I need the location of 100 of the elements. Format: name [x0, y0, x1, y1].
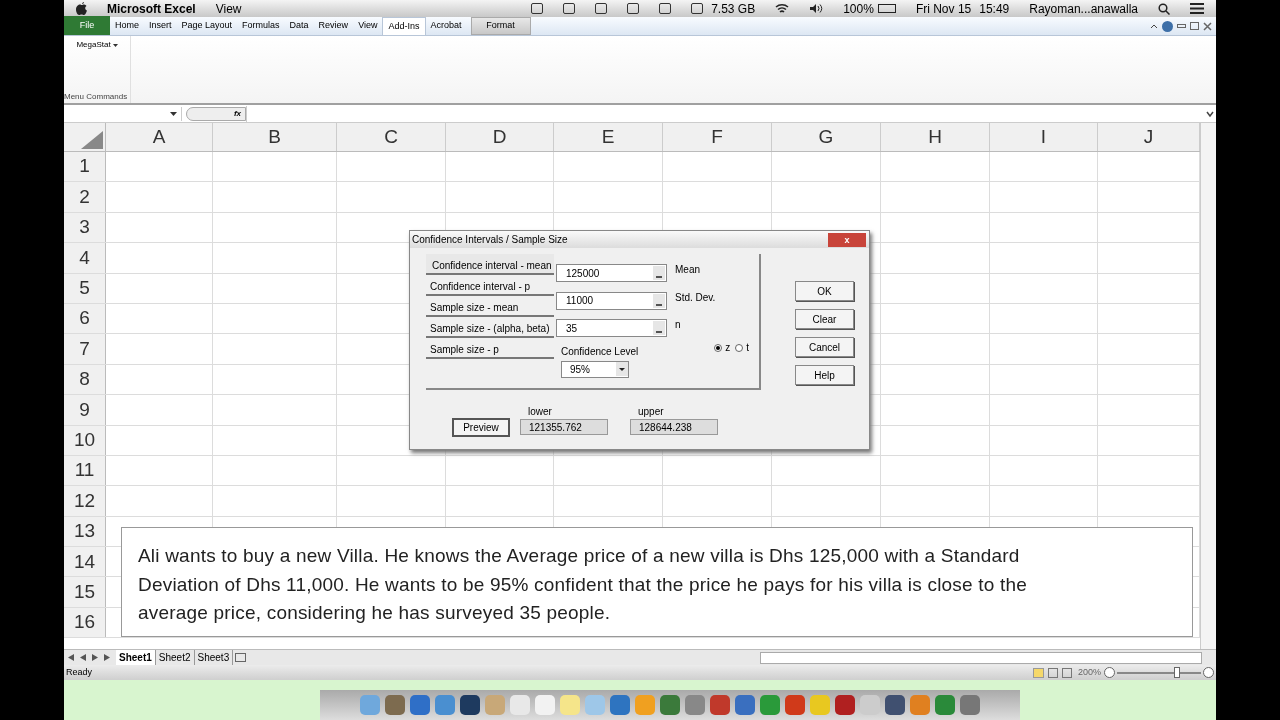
status-icon[interactable] [627, 3, 640, 14]
ribbon-tab[interactable]: Add-Ins [382, 17, 426, 35]
dialog-button[interactable]: OK [795, 281, 854, 301]
picker-button[interactable] [653, 321, 665, 335]
zoom-slider-thumb[interactable] [1174, 666, 1181, 678]
page-break-button[interactable] [1061, 667, 1072, 678]
row-header[interactable]: 9 [64, 395, 106, 425]
status-text[interactable]: 100% [843, 0, 874, 18]
file-tab[interactable]: File [64, 16, 110, 35]
minimize-icon[interactable] [1177, 24, 1186, 28]
dock-app-icon[interactable] [885, 695, 905, 715]
app-name[interactable]: Microsoft Excel [107, 0, 196, 18]
status-icon[interactable] [595, 3, 608, 14]
ribbon-tab[interactable]: View [353, 17, 383, 35]
dock-app-icon[interactable] [660, 695, 680, 715]
column-header[interactable]: C [337, 123, 446, 151]
vertical-scrollbar[interactable] [1200, 123, 1216, 649]
page-layout-button[interactable] [1047, 667, 1058, 678]
wifi-icon[interactable] [775, 3, 790, 14]
row-header[interactable]: 11 [64, 455, 106, 486]
row-header[interactable]: 12 [64, 486, 106, 516]
option-button[interactable]: Sample size - mean [426, 296, 554, 317]
picker-button[interactable] [653, 266, 665, 280]
list-icon[interactable] [1190, 3, 1204, 14]
close-button[interactable]: x [828, 232, 866, 247]
column-header[interactable]: G [772, 123, 881, 151]
sheet-tab[interactable]: Sheet1 [116, 650, 156, 665]
column-header[interactable]: B [213, 123, 337, 151]
row-header[interactable]: 13 [64, 516, 106, 547]
dock-app-icon[interactable] [735, 695, 755, 715]
dock-app-icon[interactable] [385, 695, 405, 715]
status-icon[interactable] [531, 3, 544, 14]
row-header[interactable]: 3 [64, 212, 106, 243]
dock-app-icon[interactable] [785, 695, 805, 715]
column-header[interactable]: I [990, 123, 1098, 151]
dock-app-icon[interactable] [410, 695, 430, 715]
value-field[interactable]: 35 [556, 319, 667, 337]
megastat-menu[interactable]: MegaStat [76, 39, 118, 51]
column-header[interactable]: H [881, 123, 990, 151]
ribbon-tab[interactable]: Acrobat [425, 17, 467, 35]
dock-app-icon[interactable] [460, 695, 480, 715]
dock-app-icon[interactable] [710, 695, 730, 715]
status-text[interactable]: 15:49 [979, 0, 1010, 18]
search-icon[interactable] [1158, 2, 1170, 15]
row-header[interactable]: 4 [64, 243, 106, 273]
horizontal-scrollbar[interactable] [760, 651, 1202, 664]
radio-option[interactable]: t [735, 341, 750, 354]
ribbon-tab[interactable]: Page Layout [176, 17, 238, 35]
dialog-button[interactable]: Help [795, 365, 854, 385]
picker-button[interactable] [653, 293, 665, 308]
preview-button[interactable]: Preview [452, 418, 510, 437]
column-header[interactable]: A [106, 123, 213, 151]
row-header[interactable]: 7 [64, 334, 106, 364]
row-header[interactable]: 8 [64, 364, 106, 395]
row-header[interactable]: 14 [64, 547, 106, 577]
collapse-icon[interactable] [1150, 22, 1158, 30]
function-button[interactable]: fx [186, 106, 246, 121]
dialog-button[interactable]: Clear [795, 309, 854, 329]
close-icon[interactable] [1203, 21, 1212, 31]
row-header[interactable]: 2 [64, 182, 106, 212]
zoom-out-icon[interactable] [1104, 667, 1115, 678]
select-all-corner[interactable] [81, 131, 103, 149]
normal-view-button[interactable] [1032, 667, 1044, 678]
status-text[interactable]: 7.53 GB [711, 0, 756, 18]
menu-item[interactable]: View [215, 0, 242, 18]
ribbon-tab[interactable]: Data [284, 17, 314, 35]
value-field[interactable]: 125000 [556, 264, 667, 282]
status-text[interactable]: Rayoman...anawalla [1029, 0, 1138, 18]
option-button[interactable]: Sample size - (alpha, beta) [426, 317, 554, 338]
ribbon-tab[interactable]: Formulas [237, 17, 285, 35]
ribbon-tab[interactable]: Home [110, 17, 144, 35]
column-header[interactable]: E [554, 123, 663, 151]
confidence-dropdown[interactable]: 95% [561, 360, 629, 378]
option-button[interactable]: Sample size - p [426, 338, 554, 359]
restore-icon[interactable] [1190, 22, 1199, 30]
value-field[interactable]: 11000 [556, 291, 667, 310]
column-header[interactable]: F [663, 123, 772, 151]
volume-icon[interactable] [809, 3, 824, 14]
status-icon[interactable] [659, 3, 672, 14]
status-icon[interactable] [563, 3, 576, 14]
battery-icon[interactable] [877, 4, 896, 13]
row-header[interactable]: 15 [64, 577, 106, 607]
row-header[interactable]: 6 [64, 303, 106, 334]
option-button[interactable]: Confidence interval - p [426, 275, 554, 296]
dialog-button[interactable]: Cancel [795, 337, 854, 357]
radio-option[interactable]: z [714, 341, 731, 354]
row-header[interactable]: 10 [64, 425, 106, 455]
new-sheet-icon[interactable] [235, 653, 247, 662]
row-header[interactable]: 5 [64, 273, 106, 303]
status-icon[interactable] [691, 3, 704, 14]
ribbon-tab[interactable]: Insert [144, 17, 177, 35]
status-text[interactable]: Fri Nov 15 [915, 0, 972, 18]
column-header[interactable]: D [446, 123, 554, 151]
ribbon-tab[interactable]: Review [313, 17, 354, 35]
option-button[interactable]: Confidence interval - mean [426, 254, 554, 275]
apple-icon[interactable] [76, 2, 87, 15]
row-header[interactable]: 16 [64, 607, 106, 638]
zoom-in-icon[interactable] [1203, 667, 1214, 678]
dock-app-icon[interactable] [610, 695, 630, 715]
row-header[interactable]: 1 [64, 152, 106, 182]
